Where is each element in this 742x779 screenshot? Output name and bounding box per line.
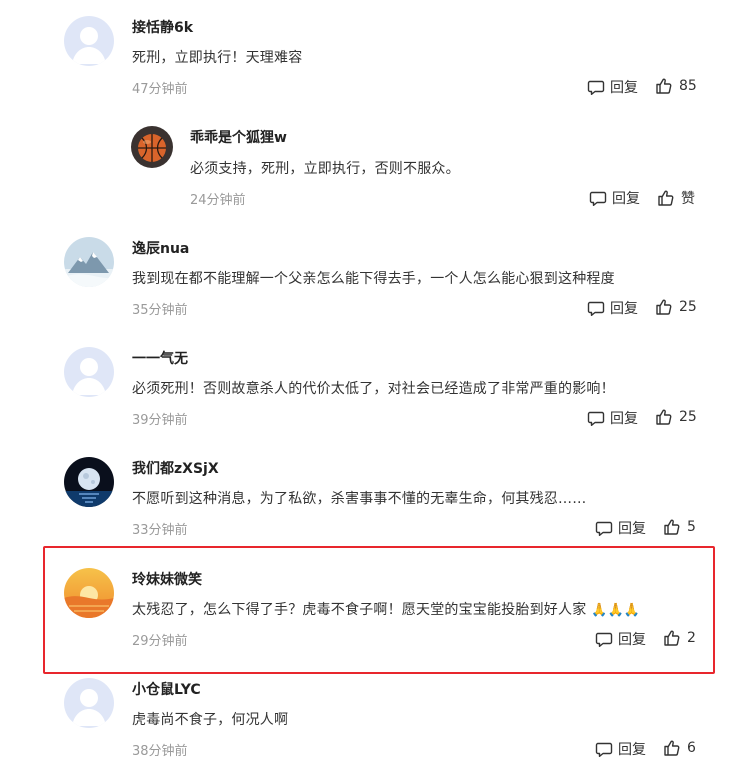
reply-button[interactable]: 回复 [595,518,646,538]
comment-text: 太残忍了，怎么下得了手？虎毒不食子啊！愿天堂的宝宝能投胎到好人家 [132,602,587,618]
like-button[interactable]: 6 [663,739,696,757]
reply-button[interactable]: 回复 [595,629,646,649]
like-label: 赞 [681,191,695,207]
snow-mountain-avatar-icon [64,237,114,287]
pray-emoji: 🙏🙏🙏 [591,603,641,618]
reply-button[interactable]: 回复 [587,77,638,97]
comment-time: 29分钟前 [132,634,188,649]
like-button[interactable]: 5 [663,518,696,536]
comment-time: 47分钟前 [132,82,188,97]
like-count: 85 [679,78,697,94]
thumbs-up-icon [655,77,673,95]
commenter-name[interactable]: 小仓鼠LYC [132,679,201,699]
thumbs-up-icon [663,739,681,757]
reply-label: 回复 [610,301,638,317]
comment-bubble-icon [587,299,605,317]
reply-button[interactable]: 回复 [595,739,646,759]
reply-label: 回复 [610,80,638,96]
avatar[interactable] [64,678,114,728]
comment-text: 虎毒尚不食子，何况人啊 [132,712,289,728]
comment-bubble-icon [587,409,605,427]
comment-text: 必须死刑！否则故意杀人的代价太低了，对社会已经造成了非常严重的影响！ [132,381,615,397]
comment-text: 死刑，立即执行！天理难容 [132,50,303,66]
reply-label: 回复 [618,742,646,758]
avatar[interactable] [64,237,114,287]
comment-bubble-icon [595,519,613,537]
reply-button[interactable]: 回复 [587,298,638,318]
comment-text: 必须支持，死刑，立即执行，否则不服众。 [190,161,460,177]
like-button[interactable]: 2 [663,629,696,647]
comment-text-row: 太残忍了，怎么下得了手？虎毒不食子啊！愿天堂的宝宝能投胎到好人家 🙏🙏🙏 [132,599,640,619]
like-button[interactable]: 赞 [657,188,695,208]
comment-time: 38分钟前 [132,744,188,759]
commenter-name[interactable]: 接恬静6k [132,17,193,37]
comment-time: 33分钟前 [132,523,188,538]
comment-time: 35分钟前 [132,303,188,318]
commenter-name[interactable]: 逸辰nua [132,238,189,258]
like-button[interactable]: 85 [655,77,697,95]
comment-bubble-icon [589,189,607,207]
comment-bubble-icon [595,630,613,648]
avatar[interactable] [131,126,173,168]
comment-time: 24分钟前 [190,193,246,208]
like-count: 25 [679,299,697,315]
thumbs-up-icon [663,629,681,647]
reply-button[interactable]: 回复 [589,188,640,208]
reply-label: 回复 [610,411,638,427]
commenter-name[interactable]: 乖乖是个狐狸w [190,127,287,147]
comment-text: 我到现在都不能理解一个父亲怎么能下得去手，一个人怎么能心狠到这种程度 [132,271,615,287]
like-button[interactable]: 25 [655,408,697,426]
like-count: 2 [687,630,696,646]
comment-text: 不愿听到这种消息，为了私欲，杀害事事不懂的无辜生命，何其残忍…… [132,491,587,507]
basketball-avatar-icon [131,126,173,168]
avatar[interactable] [64,568,114,618]
sunset-avatar-icon [64,568,114,618]
thumbs-up-icon [655,298,673,316]
default-avatar-icon [64,347,114,397]
avatar[interactable] [64,457,114,507]
default-avatar-icon [64,16,114,66]
reply-label: 回复 [612,191,640,207]
reply-label: 回复 [618,632,646,648]
avatar[interactable] [64,16,114,66]
comment-bubble-icon [587,78,605,96]
moon-avatar-icon [64,457,114,507]
commenter-name[interactable]: 一一气无 [132,348,188,368]
thumbs-up-icon [657,189,675,207]
like-count: 5 [687,519,696,535]
comment-bubble-icon [595,740,613,758]
like-count: 25 [679,409,697,425]
reply-button[interactable]: 回复 [587,408,638,428]
avatar[interactable] [64,347,114,397]
commenter-name[interactable]: 玲妹妹微笑 [132,569,202,589]
thumbs-up-icon [655,408,673,426]
commenter-name[interactable]: 我们都zXSjX [132,458,219,478]
default-avatar-icon [64,678,114,728]
like-button[interactable]: 25 [655,298,697,316]
reply-label: 回复 [618,521,646,537]
like-count: 6 [687,740,696,756]
comment-time: 39分钟前 [132,413,188,428]
thumbs-up-icon [663,518,681,536]
